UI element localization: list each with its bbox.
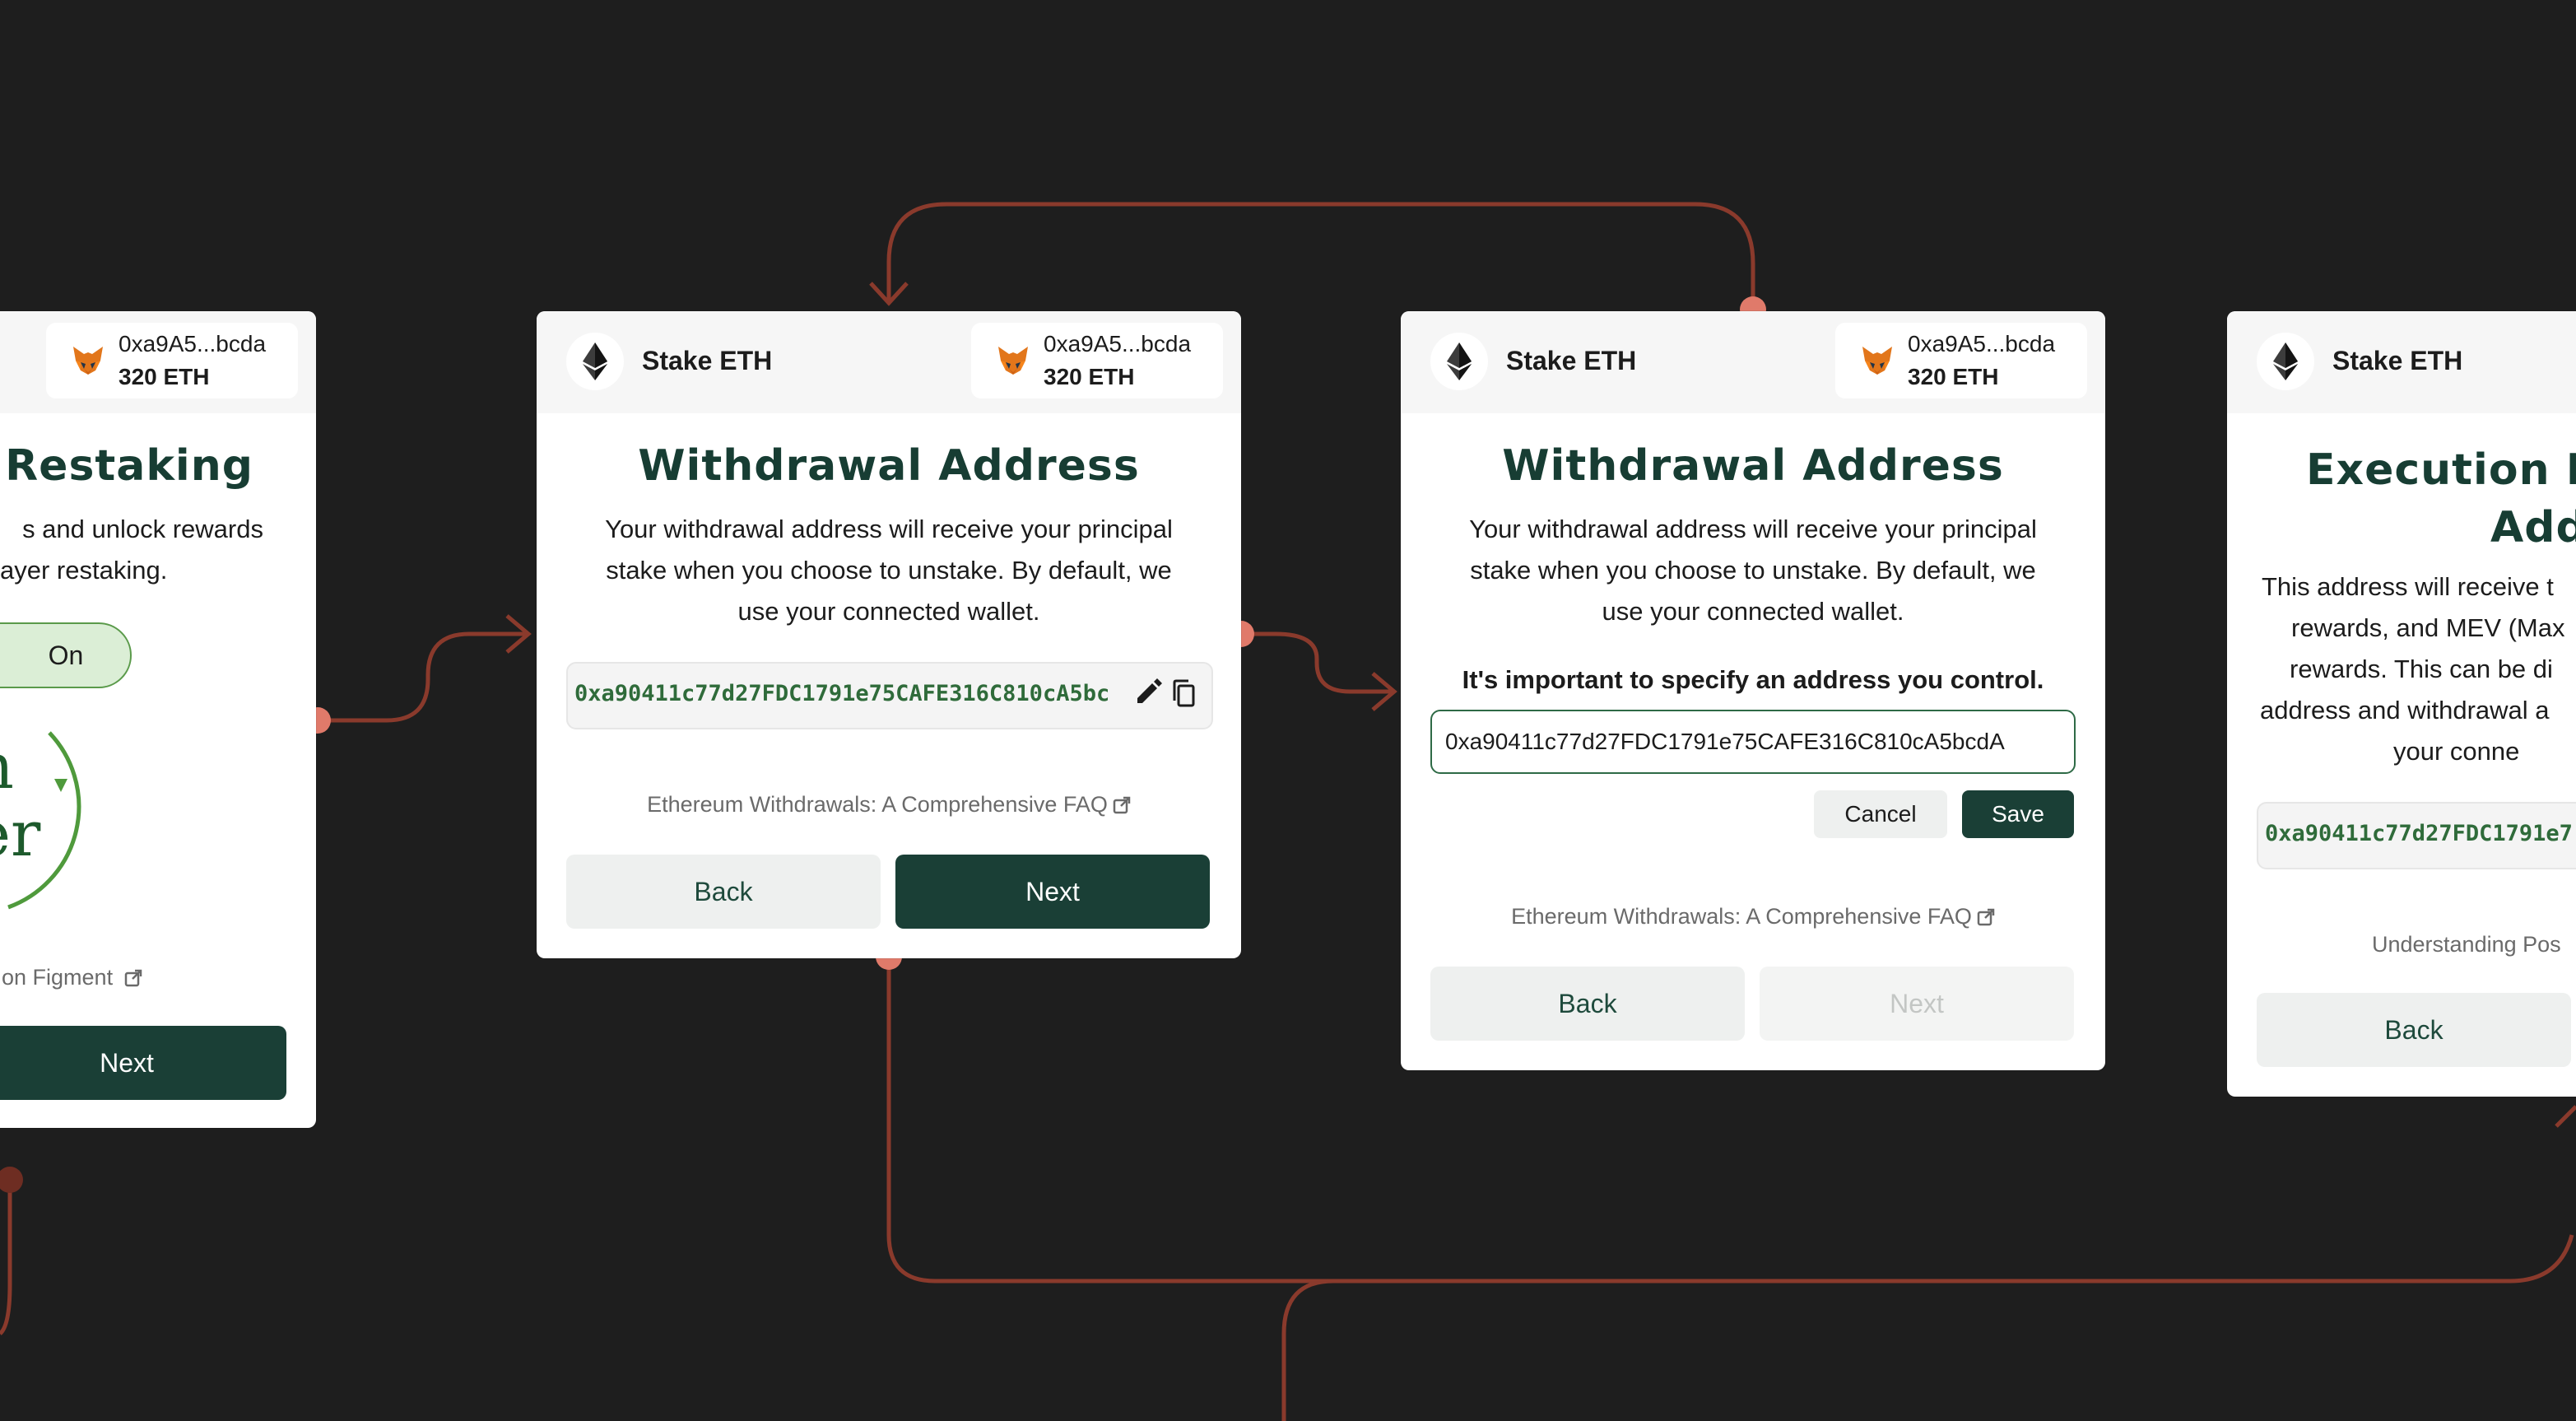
wallet-address: 0xa9A5...bcda xyxy=(119,331,267,356)
important-notice: It's important to specify an address you… xyxy=(1462,665,2044,694)
desc-line: rewards, and MEV (Max xyxy=(2291,613,2565,642)
card-title: Restaking xyxy=(5,441,253,491)
card-execution-layer-address: Stake ETH Execution La Add This address … xyxy=(2227,311,2576,1097)
next-button[interactable]: Next xyxy=(0,1026,286,1100)
connector-dot xyxy=(0,1167,23,1193)
desc-line: stake when you choose to unstake. By def… xyxy=(606,556,1172,585)
desc-line: use your connected wallet. xyxy=(1602,597,1904,626)
wallet-balance: 320 ETH xyxy=(1908,364,1999,389)
desc-line: address and withdrawal a xyxy=(2260,696,2550,724)
wallet-balance: 320 ETH xyxy=(119,364,210,389)
cancel-button[interactable]: Cancel xyxy=(1814,790,1947,838)
wallet-address: 0xa9A5...bcda xyxy=(1044,331,1192,356)
desc-line: Your withdrawal address will receive you… xyxy=(1469,515,2037,543)
card-header: Stake ETH 0xa9A5...bcda 320 ETH xyxy=(537,311,1241,413)
wallet-chip[interactable]: 0xa9A5...bcda 320 ETH xyxy=(46,323,298,398)
desc-line: your conne xyxy=(2393,737,2520,766)
metamask-fox-icon xyxy=(1862,347,1892,375)
card-withdrawal-address: Stake ETH 0xa9A5...bcda 320 ETH Withdraw… xyxy=(537,311,1241,958)
back-button[interactable]: Back xyxy=(2257,993,2571,1067)
save-button[interactable]: Save xyxy=(1962,790,2074,838)
wallet-balance: 320 ETH xyxy=(1044,364,1135,389)
wallet-chip[interactable]: 0xa9A5...bcda 320 ETH xyxy=(971,323,1223,398)
external-link-icon xyxy=(1977,908,1995,926)
faq-link[interactable]: Ethereum Withdrawals: A Comprehensive FA… xyxy=(537,792,1241,818)
header-title: Stake ETH xyxy=(642,346,773,375)
card-description: s and unlock rewards ayer restaking. xyxy=(0,509,263,591)
link-text: on Figment xyxy=(2,965,114,990)
desc-line: ayer restaking. xyxy=(0,556,168,585)
eth-logo xyxy=(566,333,624,390)
ethereum-icon xyxy=(583,342,607,380)
card-header: 0xa9A5...bcda 320 ETH xyxy=(0,311,316,413)
external-link-icon xyxy=(124,969,142,987)
card-description: Your withdrawal address will receive you… xyxy=(1401,509,2105,632)
connector-card1-bottom xyxy=(0,1180,12,1335)
back-button[interactable]: Back xyxy=(566,855,881,929)
toggle-label: On xyxy=(48,640,84,670)
card-title: Withdrawal Address xyxy=(1502,441,2004,491)
desc-line: rewards. This can be di xyxy=(2290,655,2553,683)
next-button-disabled[interactable]: Next xyxy=(1760,967,2074,1041)
card-restaking: 0xa9A5...bcda 320 ETH Restaking s and un… xyxy=(0,311,316,1128)
desc-line: use your connected wallet. xyxy=(737,597,1040,626)
withdrawal-address-display: 0xa90411c77d27FDC1791e75CAFE316C810cA5bc xyxy=(566,662,1213,729)
connector-card1-card2 xyxy=(318,631,527,723)
badge-line: n xyxy=(0,733,40,800)
execution-address-display: 0xa90411c77d27FDC1791e7 xyxy=(2257,802,2576,869)
desc-line: Your withdrawal address will receive you… xyxy=(605,515,1173,543)
metamask-fox-icon xyxy=(998,347,1028,375)
wallet-address: 0xa9A5...bcda xyxy=(1908,331,2056,356)
card-description: This address will receive t rewards, and… xyxy=(2227,566,2576,772)
understanding-link[interactable]: Understanding Pos xyxy=(2372,932,2561,957)
connector-bottom-branch xyxy=(1281,1279,1334,1421)
title-line: Add xyxy=(2490,503,2576,552)
badge-text: n er xyxy=(0,733,40,868)
withdrawal-address-input[interactable] xyxy=(1430,710,2076,774)
faq-link-text: Ethereum Withdrawals: A Comprehensive FA… xyxy=(1511,904,1972,929)
badge-line: er xyxy=(0,797,41,870)
metamask-fox-icon xyxy=(73,347,103,375)
card-withdrawal-address-edit: Stake ETH 0xa9A5...bcda 320 ETH Withdraw… xyxy=(1401,311,2105,1070)
desc-line: stake when you choose to unstake. By def… xyxy=(1470,556,2036,585)
faq-link-text: Ethereum Withdrawals: A Comprehensive FA… xyxy=(647,792,1108,817)
connector-card2-card3 xyxy=(1241,631,1393,694)
ethereum-icon xyxy=(1447,342,1472,380)
card-header: Stake ETH 0xa9A5...bcda 320 ETH xyxy=(1401,311,2105,413)
flow-connectors xyxy=(0,202,2576,1421)
withdrawal-address-value: 0xa90411c77d27FDC1791e75CAFE316C810cA5bc xyxy=(574,681,1110,706)
desc-line: This address will receive t xyxy=(2262,572,2554,601)
figment-link[interactable]: on Figment xyxy=(2,965,142,990)
title-line: Execution La xyxy=(2306,445,2576,495)
next-button[interactable]: Next xyxy=(895,855,1210,929)
card-title: Withdrawal Address xyxy=(638,441,1140,491)
connector-card3-card2-loop xyxy=(886,202,1755,310)
wallet-chip[interactable]: 0xa9A5...bcda 320 ETH xyxy=(1835,323,2087,398)
card-title: Execution La Add xyxy=(2306,441,2576,557)
ethereum-icon xyxy=(2273,342,2298,380)
back-button[interactable]: Back xyxy=(1430,967,1745,1041)
copy-icon[interactable] xyxy=(1169,678,1200,710)
card-description: Your withdrawal address will receive you… xyxy=(537,509,1241,632)
card-header: Stake ETH xyxy=(2227,311,2576,413)
pencil-icon[interactable] xyxy=(1132,678,1164,710)
eth-logo xyxy=(2257,333,2314,390)
connector-card4-exit xyxy=(2555,1105,2576,1128)
execution-address-value: 0xa90411c77d27FDC1791e7 xyxy=(2265,821,2573,846)
eth-logo xyxy=(1430,333,1488,390)
header-title: Stake ETH xyxy=(1506,346,1637,375)
desc-line: s and unlock rewards xyxy=(22,515,263,543)
faq-link[interactable]: Ethereum Withdrawals: A Comprehensive FA… xyxy=(1401,904,2105,929)
external-link-icon xyxy=(1113,796,1131,814)
restaking-toggle[interactable]: On xyxy=(0,622,132,688)
header-title: Stake ETH xyxy=(2332,346,2463,375)
